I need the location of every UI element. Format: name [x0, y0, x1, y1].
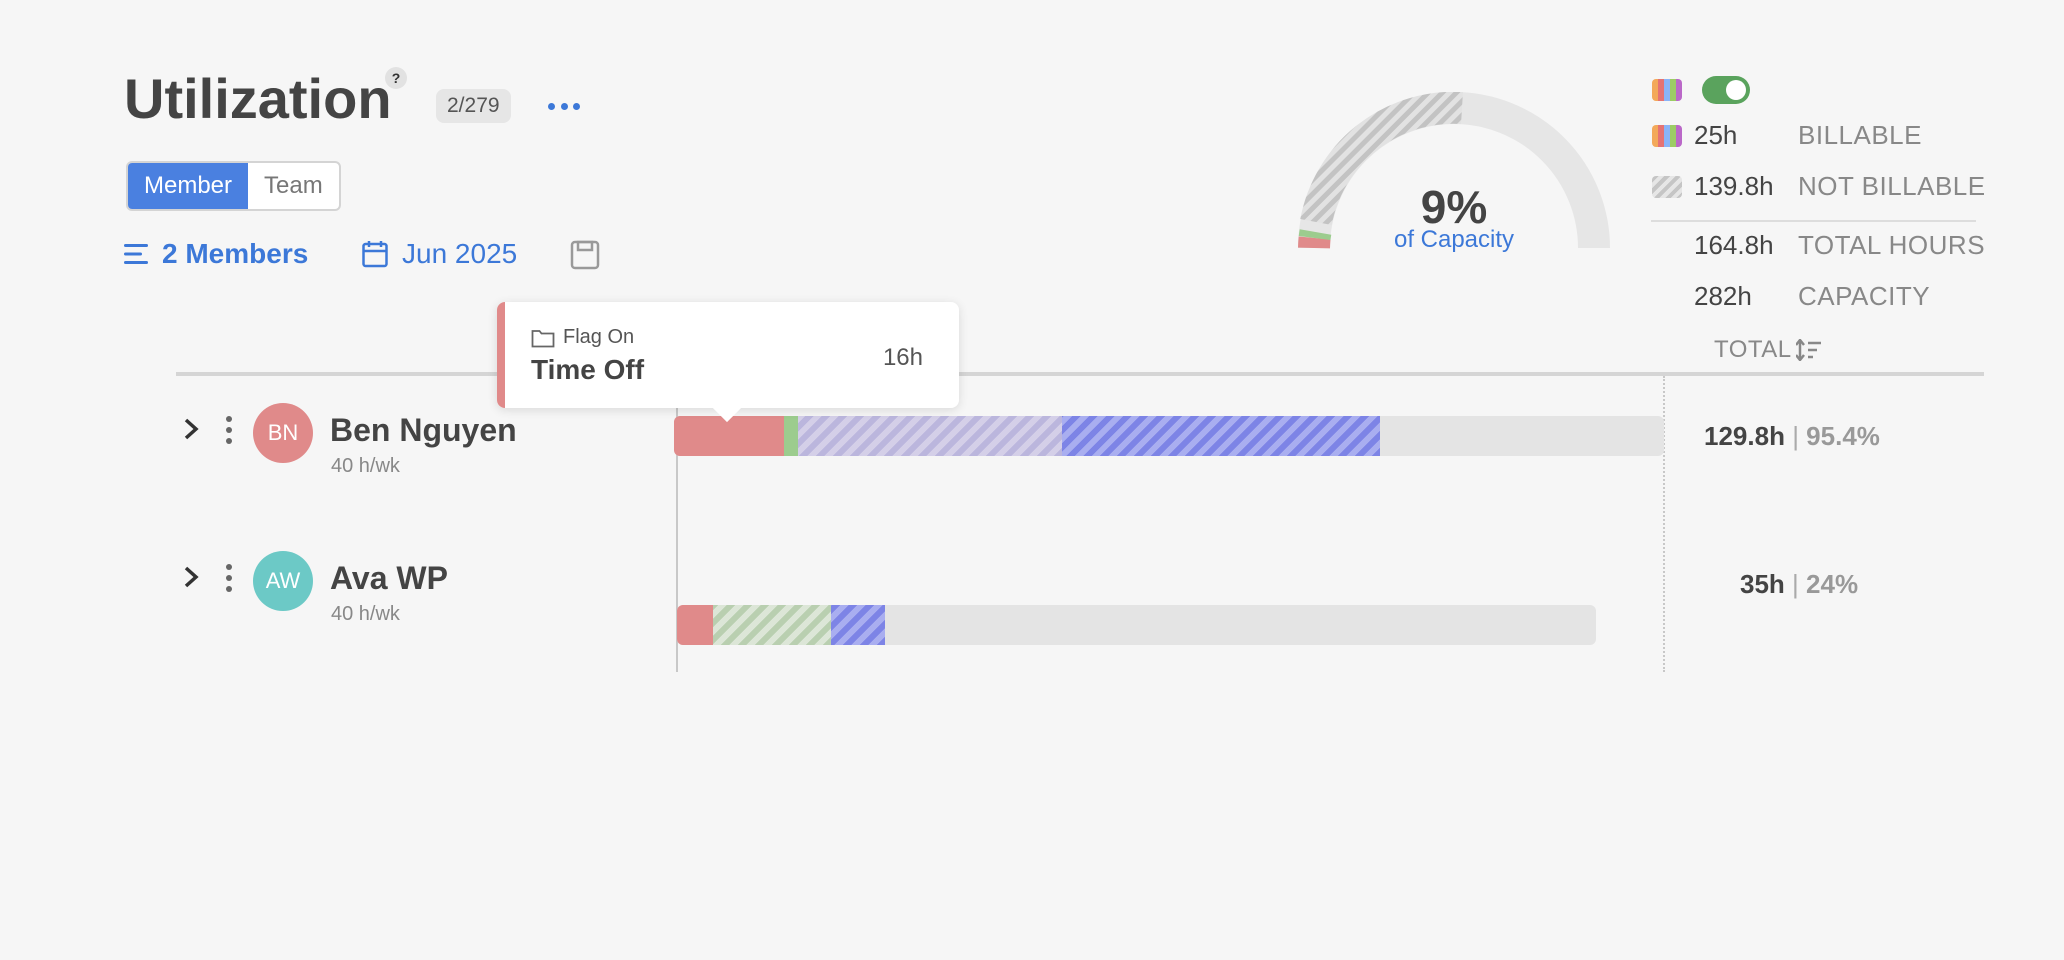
avatar: BN	[253, 403, 313, 463]
page-title: Utilization	[124, 67, 392, 130]
capacity-label: CAPACITY	[1798, 281, 1931, 311]
total-hours-value: 164.8h	[1694, 230, 1774, 260]
not-billable-swatch-icon	[1652, 175, 1682, 198]
date-label: Jun 2025	[402, 238, 518, 269]
bar-segment-project-dark[interactable]	[831, 605, 885, 645]
bar-segment-billable[interactable]	[784, 416, 798, 456]
date-picker-button[interactable]: Jun 2025	[362, 238, 517, 270]
total-column-label: TOTAL	[1714, 336, 1792, 363]
toggle-team-button[interactable]: Team	[248, 163, 339, 209]
utilization-bar	[674, 416, 1664, 456]
tooltip-project: Flag On	[531, 326, 634, 349]
legend-total-hours: 164.8h TOTAL HOURS	[1694, 230, 1985, 261]
bar-tooltip: Flag On Time Off 16h	[497, 302, 959, 423]
billable-value: 25h	[1694, 120, 1738, 150]
member-schedule: 40 h/wk	[331, 603, 400, 625]
legend-capacity: 282h CAPACITY	[1694, 281, 1930, 312]
bar-segment-time-off[interactable]	[677, 605, 713, 645]
bar-segment-project-dark[interactable]	[1062, 416, 1380, 456]
legend-divider	[1651, 220, 1976, 222]
bar-segment-project-light[interactable]	[798, 416, 1062, 456]
member-name[interactable]: Ben Nguyen	[330, 412, 517, 449]
bar-segment-not-billable[interactable]	[713, 605, 831, 645]
table-header-divider	[176, 372, 1984, 376]
not-billable-label: NOT BILLABLE	[1798, 171, 1986, 201]
row-menu-icon[interactable]	[225, 416, 233, 444]
more-options-icon[interactable]	[547, 89, 581, 123]
legend-not-billable: 139.8h NOT BILLABLE	[1652, 171, 1986, 202]
toggle-member-button[interactable]: Member	[128, 163, 249, 209]
row-total: 35h | 24%	[1740, 569, 1859, 599]
capacity-value: 282h	[1694, 281, 1752, 311]
gauge-subtitle: of Capacity	[1393, 226, 1515, 253]
billable-toggle[interactable]	[1702, 76, 1750, 104]
sort-icon	[1795, 339, 1821, 361]
help-icon[interactable]: ?	[385, 67, 407, 89]
billable-label: BILLABLE	[1798, 120, 1922, 150]
not-billable-value: 139.8h	[1694, 171, 1774, 201]
row-total-hours: 129.8h	[1704, 421, 1785, 451]
view-toggle: Member Team	[126, 161, 341, 211]
expand-row-chevron-icon[interactable]	[182, 564, 200, 596]
avatar: AW	[253, 551, 313, 611]
members-filter-label: 2 Members	[162, 238, 309, 269]
legend-toggle-row	[1652, 76, 1750, 104]
row-total: 129.8h | 95.4%	[1704, 421, 1880, 451]
calendar-icon	[362, 241, 388, 268]
utilization-bar	[677, 605, 1596, 645]
tooltip-hours: 16h	[882, 344, 923, 371]
legend-billable: 25h BILLABLE	[1652, 120, 1922, 151]
folder-icon	[531, 329, 555, 347]
row-menu-icon[interactable]	[225, 564, 233, 592]
save-icon[interactable]	[570, 240, 600, 275]
row-total-hours: 35h	[1740, 569, 1785, 599]
member-name[interactable]: Ava WP	[330, 560, 448, 597]
tooltip-title: Time Off	[531, 354, 645, 385]
expand-row-chevron-icon[interactable]	[182, 416, 200, 448]
total-hours-label: TOTAL HOURS	[1798, 230, 1986, 260]
bar-segment-time-off[interactable]	[674, 416, 784, 456]
members-filter-button[interactable]: 2 Members	[124, 238, 308, 270]
count-badge: 2/279	[436, 89, 511, 123]
list-filter-icon	[124, 244, 148, 264]
billable-swatch-icon	[1652, 124, 1682, 147]
tooltip-project-name: Flag On	[563, 326, 635, 348]
row-total-percent: 95.4%	[1806, 421, 1880, 451]
billable-swatch-icon	[1652, 79, 1682, 101]
row-total-percent: 24%	[1806, 569, 1859, 599]
total-column-sort[interactable]: TOTAL	[1714, 336, 1822, 364]
member-schedule: 40 h/wk	[331, 455, 400, 477]
tooltip-accent	[497, 302, 505, 408]
